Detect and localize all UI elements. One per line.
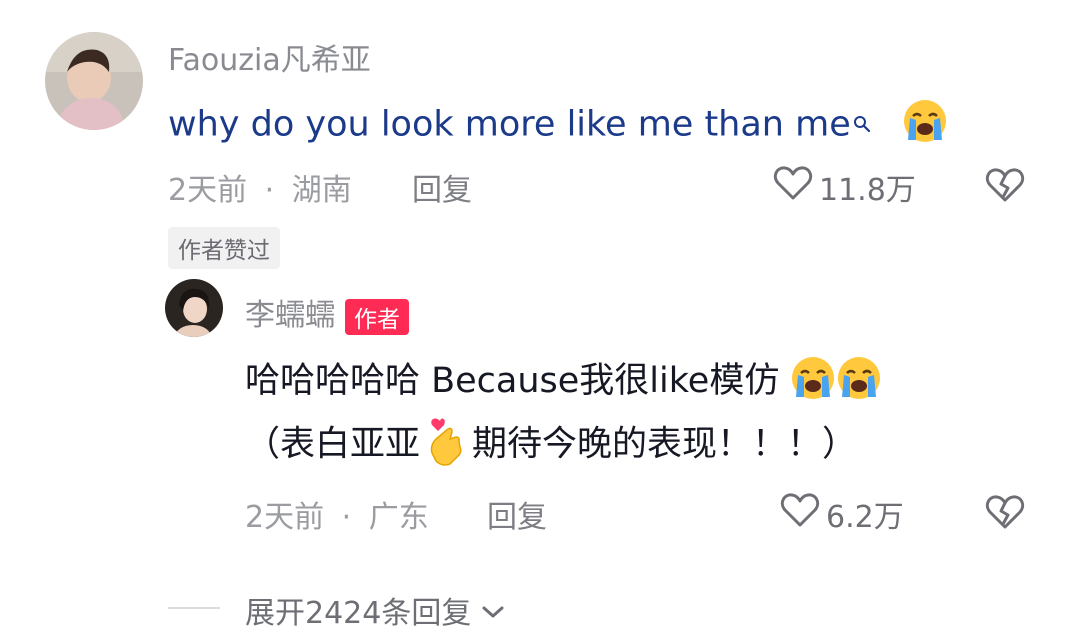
- reply-button[interactable]: 回复: [487, 492, 547, 536]
- chevron-down-icon: [481, 593, 505, 628]
- reply-comment-line2: （表白亚亚 期待今晚的表现！！！）: [245, 415, 857, 476]
- dislike-button[interactable]: [985, 167, 1025, 207]
- timestamp: 2天前: [245, 500, 325, 535]
- expand-divider: [168, 607, 220, 609]
- broken-heart-icon: [985, 168, 1025, 207]
- meta-separator: ·: [264, 173, 275, 208]
- author-badge: 作者: [345, 298, 409, 335]
- reply-text-line2-suffix: 期待今晚的表现！！！）: [472, 424, 858, 465]
- heart-icon: [780, 492, 820, 536]
- username-faouzia[interactable]: Faouzia凡希亚: [168, 35, 371, 79]
- expand-replies-button[interactable]: 展开2424条回复: [245, 588, 505, 632]
- dislike-button[interactable]: [985, 494, 1025, 534]
- top-comment-text: why do you look more like me than me: [168, 98, 948, 153]
- search-icon[interactable]: [853, 102, 871, 142]
- like-count: 6.2万: [826, 500, 904, 535]
- loudly-crying-face-icon: [902, 98, 948, 153]
- meta-separator: ·: [341, 500, 352, 535]
- like-count: 11.8万: [819, 173, 916, 208]
- top-comment-meta: 2天前 · 湖南: [168, 165, 352, 209]
- loudly-crying-face-icon: [836, 355, 882, 410]
- loudly-crying-face-icon: [790, 355, 836, 410]
- broken-heart-icon: [985, 495, 1025, 534]
- heart-icon: [773, 165, 813, 209]
- location: 广东: [368, 500, 429, 535]
- like-button[interactable]: 6.2万: [780, 492, 904, 536]
- avatar-faouzia[interactable]: [45, 32, 143, 130]
- reply-comment-meta: 2天前 · 广东: [245, 492, 429, 536]
- avatar-author[interactable]: [165, 279, 223, 337]
- comment-text: why do you look more like me than me: [168, 104, 851, 145]
- author-liked-chip: 作者赞过: [168, 227, 280, 269]
- reply-text-line1: 哈哈哈哈哈 Because我很like模仿: [245, 361, 780, 401]
- author-name: 李蠕蠕: [245, 298, 335, 333]
- reply-button[interactable]: 回复: [412, 165, 472, 209]
- reply-text-line2-prefix: （表白亚亚: [245, 424, 421, 465]
- location: 湖南: [291, 173, 352, 208]
- username-author[interactable]: 李蠕蠕 作者: [245, 290, 409, 335]
- expand-replies-label: 展开2424条回复: [245, 596, 472, 631]
- reply-comment-line1: 哈哈哈哈哈 Because我很like模仿: [245, 352, 882, 410]
- timestamp: 2天前: [168, 173, 248, 208]
- heart-hands-icon: [426, 415, 466, 476]
- like-button[interactable]: 11.8万: [773, 165, 916, 209]
